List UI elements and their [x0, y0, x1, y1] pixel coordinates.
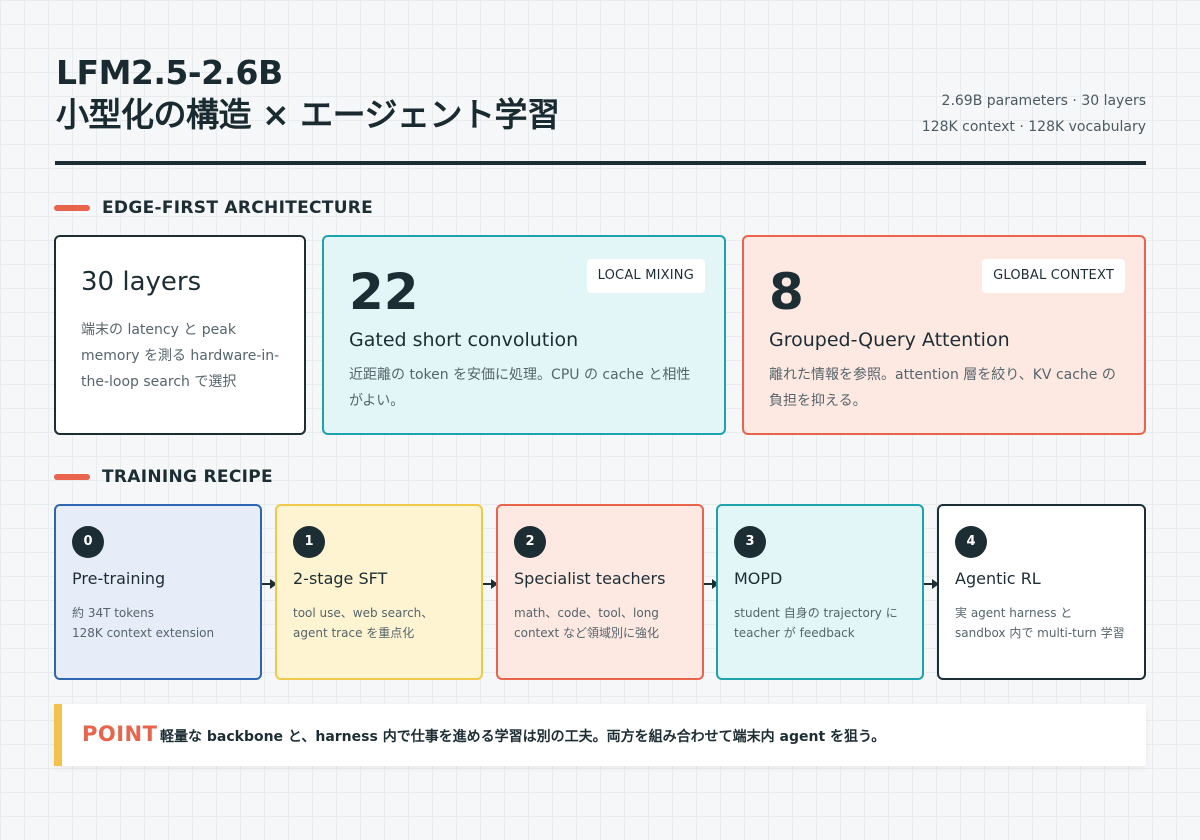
section-marker	[54, 205, 90, 211]
section-title-architecture: EDGE-FIRST ARCHITECTURE	[102, 198, 374, 218]
conv-card-desc: 近距離の token を安価に処理。CPU の cache と相性がよい。	[349, 367, 691, 409]
attention-card-desc: 離れた情報を参照。attention 層を絞り、KV cache の負担を抑える…	[769, 367, 1116, 409]
section-title-training: TRAINING RECIPE	[102, 467, 273, 487]
layers-card-desc: 端末の latency と peak memory を測る hardware-i…	[81, 322, 280, 390]
section-marker	[54, 474, 90, 480]
step-desc-line: teacher が feedback	[734, 626, 855, 640]
layers-card-title: 30 layers	[81, 267, 202, 297]
step-desc-line: math、code、tool、long	[514, 606, 659, 620]
attention-card: 8 GLOBAL CONTEXT Grouped-Query Attention…	[742, 235, 1146, 435]
step-title: 2-stage SFT	[293, 569, 388, 588]
step-desc-line: 128K context extension	[72, 626, 215, 640]
title-line-model: LFM2.5-2.6B	[56, 53, 283, 92]
specs-line-params: 2.69B parameters · 30 layers	[941, 93, 1146, 109]
step-desc: tool use、web search、 agent trace を重点化	[293, 603, 471, 643]
layers-card: 30 layers 端末の latency と peak memory を測る …	[54, 235, 306, 435]
step-number-badge: 1	[293, 526, 325, 558]
step-number-badge: 4	[955, 526, 987, 558]
step-number-badge: 2	[514, 526, 546, 558]
conv-card-title: Gated short convolution	[349, 329, 579, 351]
step-card-agentic-rl: 4 Agentic RL 実 agent harness と sandbox 内…	[937, 504, 1146, 680]
step-desc-line: sandbox 内で multi-turn 学習	[955, 626, 1125, 640]
flow-arrow	[924, 579, 939, 589]
step-title: Agentic RL	[955, 569, 1041, 588]
step-title: MOPD	[734, 569, 783, 588]
step-desc: student 自身の trajectory に teacher が feedb…	[734, 603, 912, 643]
model-specs: 2.69B parameters · 30 layers 128K contex…	[922, 88, 1146, 140]
attention-card-title: Grouped-Query Attention	[769, 329, 1010, 351]
step-desc-line: agent trace を重点化	[293, 626, 415, 640]
page-title: LFM2.5-2.6B 小型化の構造 × エージェント学習	[56, 52, 560, 136]
step-desc-line: student 自身の trajectory に	[734, 606, 898, 620]
attention-layer-count: 8	[769, 263, 804, 321]
step-card-mopd: 3 MOPD student 自身の trajectory に teacher …	[716, 504, 924, 680]
specs-line-context: 128K context · 128K vocabulary	[921, 119, 1146, 135]
step-card-sft: 1 2-stage SFT tool use、web search、 agent…	[275, 504, 483, 680]
point-label: POINT	[82, 722, 158, 746]
step-card-specialist-teachers: 2 Specialist teachers math、code、tool、lon…	[496, 504, 704, 680]
step-desc-line: 実 agent harness と	[955, 606, 1073, 620]
header-divider	[55, 161, 1146, 165]
tag-global-context: GLOBAL CONTEXT	[982, 259, 1125, 293]
step-desc: 約 34T tokens 128K context extension	[72, 603, 250, 643]
point-text: 軽量な backbone と、harness 内で仕事を進める学習は別の工夫。両…	[160, 729, 886, 745]
step-desc-line: tool use、web search、	[293, 606, 434, 620]
step-desc-line: 約 34T tokens	[72, 606, 155, 620]
step-title: Pre-training	[72, 569, 166, 588]
step-desc: 実 agent harness と sandbox 内で multi-turn …	[955, 603, 1133, 643]
conv-layer-count: 22	[349, 263, 419, 321]
step-card-pretraining: 0 Pre-training 約 34T tokens 128K context…	[54, 504, 262, 680]
flow-arrow	[262, 579, 277, 589]
tag-local-mixing: LOCAL MIXING	[586, 259, 705, 293]
step-desc-line: context など領域別に強化	[514, 626, 660, 640]
step-desc: math、code、tool、long context など領域別に強化	[514, 603, 692, 643]
conv-card: 22 LOCAL MIXING Gated short convolution …	[322, 235, 726, 435]
step-number-badge: 3	[734, 526, 766, 558]
step-number-badge: 0	[72, 526, 104, 558]
title-line-subtitle: 小型化の構造 × エージェント学習	[56, 95, 560, 134]
flow-arrow	[483, 579, 498, 589]
point-callout: POINT 軽量な backbone と、harness 内で仕事を進める学習は…	[54, 704, 1146, 766]
step-title: Specialist teachers	[514, 569, 666, 588]
